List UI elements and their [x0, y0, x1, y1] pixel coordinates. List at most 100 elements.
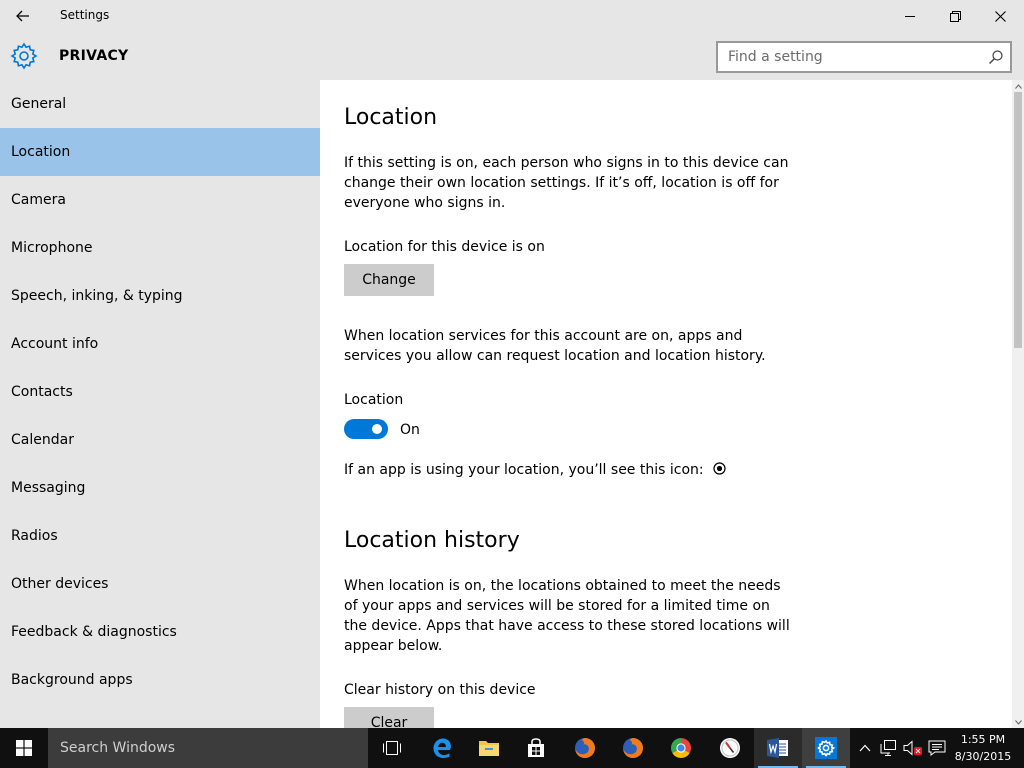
sidebar: General Location Camera Microphone Speec… [0, 80, 320, 728]
sidebar-item-label: Speech, inking, & typing [11, 288, 183, 304]
network-status[interactable] [878, 728, 900, 768]
location-icon-note-text: If an app is using your location, you’ll… [344, 462, 704, 478]
sidebar-item-camera[interactable]: Camera [0, 176, 320, 224]
taskbar-firefox[interactable] [561, 728, 609, 768]
location-heading: Location [344, 105, 438, 130]
task-view-icon [383, 741, 401, 755]
sidebar-item-label: General [11, 96, 67, 112]
taskbar-search[interactable]: Search Windows [48, 728, 368, 768]
sidebar-item-label: Microphone [11, 240, 93, 256]
sidebar-item-location[interactable]: Location [0, 128, 320, 176]
close-icon [994, 10, 1006, 22]
sidebar-item-calendar[interactable]: Calendar [0, 416, 320, 464]
firefox-icon [623, 738, 643, 758]
taskbar-chrome[interactable] [657, 728, 705, 768]
title-bar: Settings [0, 0, 1024, 32]
sidebar-item-general[interactable]: General [0, 80, 320, 128]
search-icon[interactable] [988, 49, 1004, 65]
sidebar-item-label: Other devices [11, 576, 109, 592]
device-location-status: Location for this device is on [344, 239, 545, 255]
sidebar-item-label: Background apps [11, 672, 133, 688]
taskbar: Search Windows 1:55 PM 8/30/2015 [0, 728, 1024, 768]
scroll-up-arrow-icon [1014, 83, 1022, 89]
sidebar-item-label: Messaging [11, 480, 86, 496]
back-arrow-icon [16, 10, 29, 22]
word-icon [767, 738, 788, 758]
taskbar-firefox-2[interactable] [609, 728, 657, 768]
network-icon [880, 740, 896, 756]
sidebar-item-label: Calendar [11, 432, 74, 448]
sidebar-item-background-apps[interactable]: Background apps [0, 656, 320, 704]
change-button[interactable]: Change [344, 264, 434, 296]
sidebar-item-account-info[interactable]: Account info [0, 320, 320, 368]
sidebar-item-radios[interactable]: Radios [0, 512, 320, 560]
clear-button[interactable]: Clear [344, 707, 434, 728]
scroll-down-arrow-icon [1014, 719, 1022, 725]
sidebar-item-messaging[interactable]: Messaging [0, 464, 320, 512]
notifications-icon [928, 740, 946, 756]
system-clock[interactable]: 1:55 PM 8/30/2015 [948, 731, 1018, 765]
location-in-use-icon [713, 462, 726, 475]
volume-status[interactable] [902, 728, 924, 768]
settings-gear-icon [815, 737, 837, 759]
sidebar-item-microphone[interactable]: Microphone [0, 224, 320, 272]
window-title: Settings [60, 8, 110, 22]
close-button[interactable] [977, 0, 1023, 32]
edge-icon [433, 738, 451, 758]
sidebar-item-contacts[interactable]: Contacts [0, 368, 320, 416]
volume-muted-icon [903, 740, 922, 756]
account-location-description: When location services for this account … [344, 328, 766, 364]
page-title: PRIVACY [59, 48, 129, 64]
search-input[interactable] [718, 43, 988, 71]
chrome-icon [671, 738, 691, 758]
clock-date: 8/30/2015 [954, 750, 1012, 763]
sidebar-item-label: Radios [11, 528, 58, 544]
location-toggle-label: Location [344, 392, 404, 408]
search-box[interactable] [716, 41, 1012, 73]
taskbar-settings[interactable] [802, 728, 850, 768]
sidebar-item-feedback-diagnostics[interactable]: Feedback & diagnostics [0, 608, 320, 656]
store-icon [528, 738, 544, 757]
content-scrollbar[interactable] [1012, 80, 1024, 728]
taskbar-search-text: Search Windows [60, 740, 176, 756]
windows-logo-icon [16, 740, 32, 756]
sidebar-item-speech-inking-typing[interactable]: Speech, inking, & typing [0, 272, 320, 320]
gear-icon [10, 42, 38, 70]
taskbar-edge[interactable] [418, 728, 466, 768]
taskbar-clock-app[interactable] [706, 728, 754, 768]
location-toggle-state: On [400, 422, 420, 438]
clear-history-label: Clear history on this device [344, 682, 536, 698]
taskbar-store[interactable] [512, 728, 560, 768]
sidebar-item-label: Camera [11, 192, 66, 208]
minimize-button[interactable] [887, 0, 933, 32]
show-hidden-icons-button[interactable] [856, 728, 874, 768]
sidebar-item-other-devices[interactable]: Other devices [0, 560, 320, 608]
restore-button[interactable] [932, 0, 978, 32]
action-center-button[interactable] [926, 728, 948, 768]
taskbar-file-explorer[interactable] [465, 728, 513, 768]
back-button[interactable] [8, 4, 38, 28]
taskbar-word[interactable] [754, 728, 802, 768]
location-history-heading: Location history [344, 528, 520, 553]
sidebar-item-label: Feedback & diagnostics [11, 624, 177, 640]
settings-header: PRIVACY [0, 32, 1024, 80]
location-toggle[interactable] [344, 419, 388, 439]
scroll-thumb[interactable] [1014, 92, 1022, 348]
location-history-description: When location is on, the locations obtai… [344, 578, 790, 654]
location-icon-note: If an app is using your location, you’ll… [344, 462, 726, 478]
firefox-icon [575, 738, 595, 758]
task-view-button[interactable] [368, 728, 416, 768]
chevron-up-icon [859, 744, 871, 752]
clock-time: 1:55 PM [960, 733, 1006, 746]
toggle-knob [372, 424, 382, 434]
content-pane: Location If this setting is on, each per… [320, 80, 1012, 728]
minimize-icon [904, 15, 915, 17]
restore-icon [949, 10, 961, 22]
location-description: If this setting is on, each person who s… [344, 155, 789, 211]
scroll-down-button[interactable] [1012, 716, 1024, 728]
sidebar-item-label: Contacts [11, 384, 73, 400]
start-button[interactable] [0, 728, 48, 768]
sidebar-item-label: Location [11, 144, 71, 160]
scroll-up-button[interactable] [1012, 80, 1024, 92]
compass-clock-icon [720, 738, 740, 758]
